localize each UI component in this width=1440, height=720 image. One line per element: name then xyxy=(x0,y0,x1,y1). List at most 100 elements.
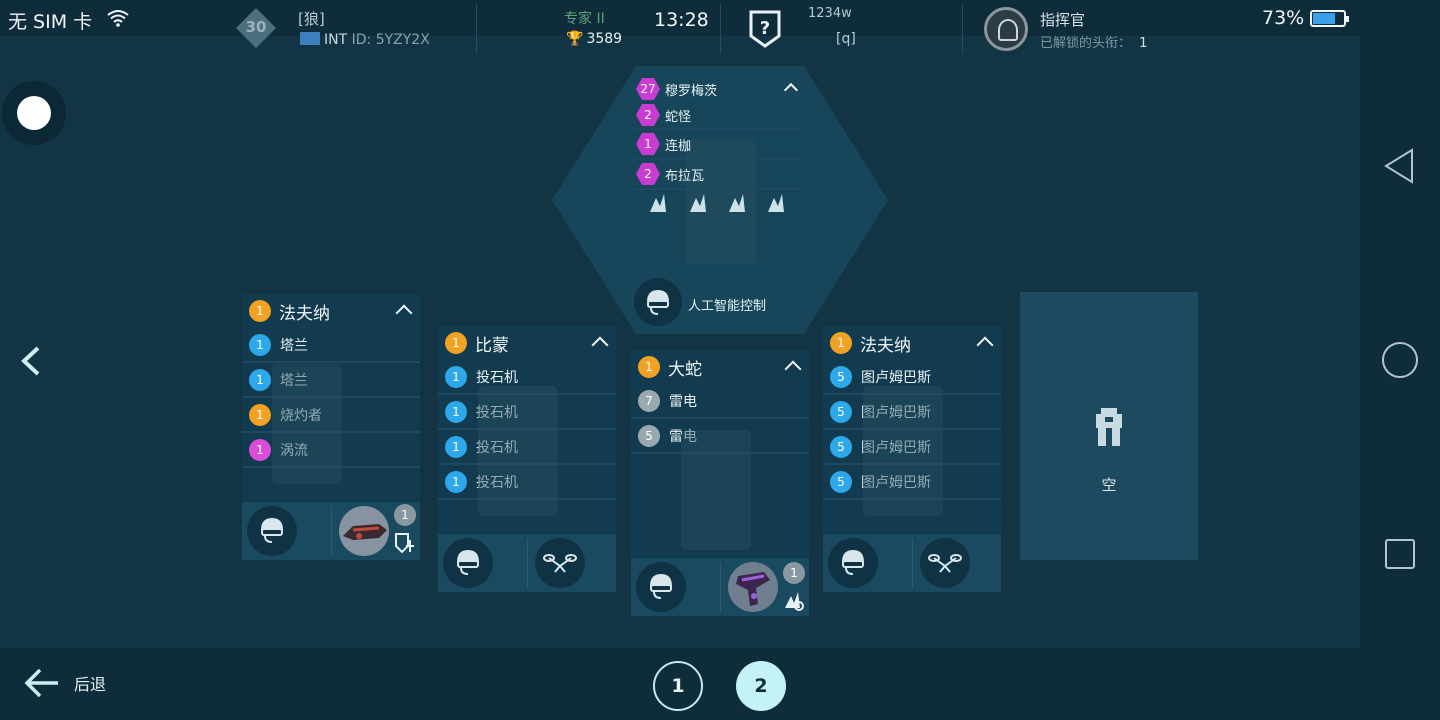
level-badge: 1 xyxy=(249,368,271,391)
level-badge: 1 xyxy=(636,133,660,155)
collapse-caret-icon[interactable] xyxy=(591,336,609,354)
divider xyxy=(962,4,963,54)
level-badge: 1 xyxy=(445,470,467,493)
recents-square-icon[interactable] xyxy=(1380,534,1420,574)
level-badge: 5 xyxy=(638,424,660,447)
robot-name: 大蛇 xyxy=(668,359,702,380)
robot-name: 法夫纳 xyxy=(860,335,911,356)
top-bar: 无 SIM 卡 30 [狼] INT ID: 5YZY2X 专家 II 🏆 358… xyxy=(0,0,1360,54)
weapon-name: 投石机 xyxy=(476,369,518,386)
level-badge: 1 xyxy=(830,332,852,354)
drone-icon[interactable] xyxy=(535,538,585,588)
weapon-name: 蛇怪 xyxy=(665,109,692,125)
page-2-button[interactable]: 2 xyxy=(736,661,786,711)
previous-arrow-icon[interactable] xyxy=(18,344,48,378)
equipment-slots: 1 xyxy=(631,558,809,616)
empty-hangar-slot[interactable]: 空 xyxy=(1020,292,1198,560)
divider xyxy=(331,506,332,556)
divider xyxy=(720,562,721,612)
divider xyxy=(720,4,721,54)
level-badge: 1 xyxy=(249,333,271,356)
upgrade-icon xyxy=(785,592,804,611)
level-badge: 1 xyxy=(249,300,271,322)
collapse-caret-icon[interactable] xyxy=(784,360,802,378)
hex-list-item: 27 穆罗梅茨 xyxy=(634,76,802,102)
ai-pilot-icon[interactable] xyxy=(634,278,682,326)
back-button[interactable]: 后退 xyxy=(24,667,106,699)
pilot-icon[interactable] xyxy=(828,538,878,588)
region-code: INT xyxy=(324,32,348,48)
level-badge: 5 xyxy=(830,400,852,423)
module-weapon-icon[interactable] xyxy=(728,562,778,612)
robot-silhouette xyxy=(863,386,943,516)
card-header[interactable]: 1 法夫纳 xyxy=(242,294,420,328)
drone-icon[interactable] xyxy=(920,538,970,588)
commander-emblem-icon[interactable] xyxy=(984,7,1028,51)
level-badge: 1 xyxy=(638,356,660,378)
pilot-icon[interactable] xyxy=(247,506,297,556)
player-id: 5YZY2X xyxy=(375,32,430,48)
home-circle-icon[interactable] xyxy=(1380,340,1420,380)
level-badge: 7 xyxy=(638,389,660,412)
robot-card[interactable]: 1 法夫纳 1 塔兰 1 塔兰 1 烧灼者 1 涡流 1 xyxy=(242,294,420,560)
unlocked-label: 已解锁的头衔： xyxy=(1040,36,1132,51)
level-badge: 5 xyxy=(830,470,852,493)
commander-unlocked: 已解锁的头衔： 1 xyxy=(1040,32,1147,51)
page-1-button[interactable]: 1 xyxy=(653,661,703,711)
player-level-badge[interactable]: 30 xyxy=(236,8,276,48)
clan-tag[interactable]: [狼] xyxy=(298,8,325,29)
weapon-row: 7 雷电 xyxy=(631,384,809,419)
battery-icon xyxy=(1310,10,1349,27)
weapon-name: 雷电 xyxy=(669,393,697,410)
robot-card[interactable]: 1 比蒙 1 投石机 1 投石机 1 投石机 1 投石机 xyxy=(438,326,616,592)
ai-control-label: 人工智能控制 xyxy=(688,299,767,314)
unlocked-count: 1 xyxy=(1139,36,1148,51)
robot-card[interactable]: 1 法夫纳 5 图卢姆巴斯 5 图卢姆巴斯 5 图卢姆巴斯 5 图卢姆巴斯 xyxy=(823,326,1001,592)
level-badge: 1 xyxy=(445,332,467,354)
hex-robot-list: 27 穆罗梅茨 2 蛇怪 1 连枷 2 布拉瓦 xyxy=(634,76,802,190)
robot-name: 法夫纳 xyxy=(279,303,330,324)
trophy-count: 🏆 3589 xyxy=(566,31,622,47)
clan-tag-secondary: [q] xyxy=(836,31,856,47)
level-badge: 27 xyxy=(636,78,660,100)
trophy-value: 3589 xyxy=(586,31,623,47)
menu-button[interactable] xyxy=(2,81,66,145)
equipment-slots: 1 xyxy=(242,502,420,560)
collapse-caret-icon[interactable] xyxy=(976,336,994,354)
back-triangle-icon[interactable] xyxy=(1380,146,1420,186)
weapon-name: 布拉瓦 xyxy=(665,168,705,184)
pilot-icon[interactable] xyxy=(636,562,686,612)
module-weapon-icon[interactable] xyxy=(339,506,389,556)
back-label: 后退 xyxy=(74,675,107,694)
module-level: 1 xyxy=(783,562,805,584)
card-header[interactable]: 1 法夫纳 xyxy=(823,326,1001,360)
robot-silhouette xyxy=(272,364,342,484)
card-header[interactable]: 1 大蛇 xyxy=(631,350,809,384)
level-badge: 1 xyxy=(445,400,467,423)
clock: 13:28 xyxy=(654,9,709,31)
help-shield-icon[interactable]: ? xyxy=(748,10,782,48)
robot-silhouette xyxy=(478,386,558,516)
upgrade-icons xyxy=(650,194,784,212)
level-badge: 2 xyxy=(636,104,660,126)
equipment-slots xyxy=(438,534,616,592)
player-level: 30 xyxy=(245,18,267,36)
id-label: ID: xyxy=(351,32,372,48)
robot-card[interactable]: 1 大蛇 7 雷电 5 雷电 1 xyxy=(631,350,809,616)
svg-text:?: ? xyxy=(760,18,770,39)
hex-list-item: 2 蛇怪 xyxy=(634,102,802,130)
un-flag-icon xyxy=(300,32,320,45)
weapon-row: 1 塔兰 xyxy=(242,328,420,363)
commander-title: 指挥官 xyxy=(1040,11,1086,29)
league-name: 专家 II xyxy=(564,11,605,27)
carrier-text: 无 SIM 卡 xyxy=(8,11,93,33)
weapon-name: 塔兰 xyxy=(280,337,308,354)
card-header[interactable]: 1 比蒙 xyxy=(438,326,616,360)
collapse-caret-icon[interactable] xyxy=(783,82,799,98)
level-badge: 1 xyxy=(445,435,467,458)
weapon-name: 连枷 xyxy=(665,138,692,154)
divider xyxy=(912,538,913,588)
robot-silhouette xyxy=(681,430,751,550)
pilot-icon[interactable] xyxy=(443,538,493,588)
collapse-caret-icon[interactable] xyxy=(395,304,413,322)
